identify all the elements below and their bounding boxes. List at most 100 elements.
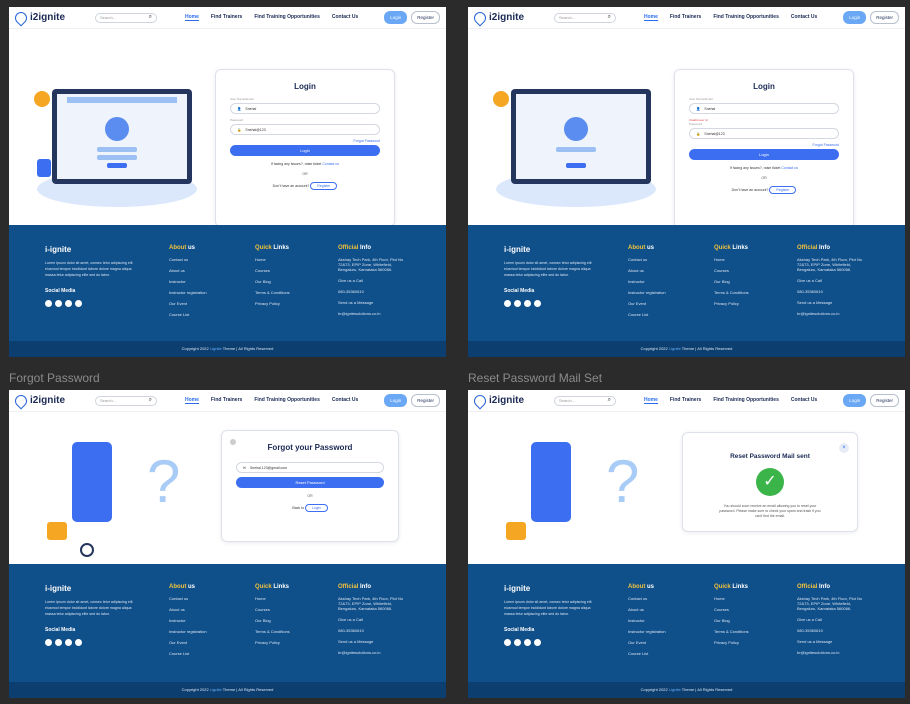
password-input[interactable]: 🔒 Snehal@123 <box>689 128 839 139</box>
footer-link[interactable]: Instructor registration <box>169 290 207 295</box>
footer-link[interactable]: Our Event <box>169 640 207 645</box>
footer-link[interactable]: Course List <box>628 651 666 656</box>
logo[interactable]: i2ignite <box>12 9 87 26</box>
instagram-icon[interactable] <box>75 300 82 307</box>
facebook-icon[interactable] <box>55 639 62 646</box>
register-button[interactable]: Register <box>411 11 440 24</box>
nav-contact[interactable]: Contact Us <box>332 397 358 404</box>
footer-link[interactable]: Contact us <box>628 257 666 262</box>
register-link[interactable]: Register <box>310 182 338 190</box>
password-input[interactable]: 🔒 Snehal@123 <box>230 124 380 135</box>
footer-link[interactable]: Our Event <box>628 301 666 306</box>
back-login-link[interactable]: Login <box>305 504 328 512</box>
email-text[interactable]: hr@ignitesolutions.co.in <box>338 650 410 655</box>
email-text[interactable]: hr@ignitesolutions.co.in <box>338 311 410 316</box>
footer-link[interactable]: Home <box>255 596 290 601</box>
footer-link[interactable]: Courses <box>714 268 749 273</box>
search-input[interactable]: Search... ⌕ <box>95 12 157 23</box>
search-input[interactable]: Search... ⌕ <box>554 395 616 406</box>
footer-link[interactable]: Terms & Conditions <box>255 629 290 634</box>
search-input[interactable]: Search... ⌕ <box>95 395 157 406</box>
nav-find-training[interactable]: Find Training Opportunities <box>254 14 320 21</box>
nav-home[interactable]: Home <box>644 397 658 404</box>
close-icon[interactable]: × <box>839 443 849 453</box>
login-submit-button[interactable]: Login <box>689 149 839 160</box>
youtube-icon[interactable] <box>524 639 531 646</box>
nav-find-training[interactable]: Find Training Opportunities <box>713 14 779 21</box>
back-icon[interactable] <box>230 439 236 445</box>
email-text[interactable]: hr@ignitesolutions.co.in <box>797 650 869 655</box>
login-button[interactable]: Login <box>843 11 867 24</box>
logo[interactable]: i2ignite <box>12 392 87 409</box>
login-button[interactable]: Login <box>384 394 408 407</box>
nav-find-trainers[interactable]: Find Trainers <box>670 397 701 404</box>
username-input[interactable]: 👤 Snehal <box>230 103 380 114</box>
footer-link[interactable]: Home <box>714 257 749 262</box>
footer-link[interactable]: Privacy Policy <box>714 301 749 306</box>
footer-link[interactable]: Our Blog <box>255 618 290 623</box>
contact-link[interactable]: Contact us <box>322 162 339 166</box>
logo[interactable]: i2ignite <box>471 9 546 26</box>
facebook-icon[interactable] <box>514 300 521 307</box>
register-button[interactable]: Register <box>870 394 899 407</box>
footer-link[interactable]: Instructor <box>169 618 207 623</box>
footer-link[interactable]: Our Event <box>628 640 666 645</box>
footer-link[interactable]: Course List <box>628 312 666 317</box>
footer-link[interactable]: Home <box>714 596 749 601</box>
nav-find-trainers[interactable]: Find Trainers <box>670 14 701 21</box>
twitter-icon[interactable] <box>45 639 52 646</box>
footer-link[interactable]: Contact us <box>169 596 207 601</box>
reset-password-button[interactable]: Reset Password <box>236 477 384 488</box>
forgot-password-link[interactable]: Forgot Password <box>813 143 839 147</box>
footer-link[interactable]: Terms & Conditions <box>714 290 749 295</box>
facebook-icon[interactable] <box>514 639 521 646</box>
footer-link[interactable]: About us <box>628 268 666 273</box>
footer-link[interactable]: Instructor <box>169 279 207 284</box>
register-button[interactable]: Register <box>870 11 899 24</box>
footer-link[interactable]: About us <box>628 607 666 612</box>
phone-text[interactable]: 080-35360610 <box>338 289 410 294</box>
nav-contact[interactable]: Contact Us <box>791 14 817 21</box>
phone-text[interactable]: 080-35360610 <box>797 628 869 633</box>
footer-link[interactable]: Privacy Policy <box>255 301 290 306</box>
nav-contact[interactable]: Contact Us <box>332 14 358 21</box>
footer-link[interactable]: Contact us <box>169 257 207 262</box>
facebook-icon[interactable] <box>55 300 62 307</box>
forgot-password-link[interactable]: Forgot Password <box>354 139 380 143</box>
footer-link[interactable]: Our Event <box>169 301 207 306</box>
login-submit-button[interactable]: Login <box>230 145 380 156</box>
nav-find-trainers[interactable]: Find Trainers <box>211 14 242 21</box>
footer-link[interactable]: Contact us <box>628 596 666 601</box>
footer-link[interactable]: Courses <box>255 268 290 273</box>
instagram-icon[interactable] <box>534 300 541 307</box>
footer-link[interactable]: Instructor registration <box>628 629 666 634</box>
nav-home[interactable]: Home <box>185 397 199 404</box>
register-link[interactable]: Register <box>769 186 797 194</box>
nav-find-training[interactable]: Find Training Opportunities <box>713 397 779 404</box>
twitter-icon[interactable] <box>45 300 52 307</box>
twitter-icon[interactable] <box>504 639 511 646</box>
search-input[interactable]: Search... ⌕ <box>554 12 616 23</box>
footer-link[interactable]: About us <box>169 268 207 273</box>
instagram-icon[interactable] <box>534 639 541 646</box>
footer-link[interactable]: Instructor registration <box>169 629 207 634</box>
instagram-icon[interactable] <box>75 639 82 646</box>
footer-link[interactable]: Courses <box>714 607 749 612</box>
footer-link[interactable]: About us <box>169 607 207 612</box>
footer-link[interactable]: Our Blog <box>714 618 749 623</box>
footer-link[interactable]: Our Blog <box>255 279 290 284</box>
footer-link[interactable]: Course List <box>169 312 207 317</box>
phone-text[interactable]: 080-35360610 <box>797 289 869 294</box>
footer-link[interactable]: Course List <box>169 651 207 656</box>
nav-find-trainers[interactable]: Find Trainers <box>211 397 242 404</box>
footer-link[interactable]: Instructor registration <box>628 290 666 295</box>
nav-find-training[interactable]: Find Training Opportunities <box>254 397 320 404</box>
nav-contact[interactable]: Contact Us <box>791 397 817 404</box>
logo[interactable]: i2ignite <box>471 392 546 409</box>
youtube-icon[interactable] <box>65 639 72 646</box>
youtube-icon[interactable] <box>65 300 72 307</box>
footer-link[interactable]: Instructor <box>628 618 666 623</box>
username-input[interactable]: 👤 Snehal <box>689 103 839 114</box>
nav-home[interactable]: Home <box>644 14 658 21</box>
nav-home[interactable]: Home <box>185 14 199 21</box>
